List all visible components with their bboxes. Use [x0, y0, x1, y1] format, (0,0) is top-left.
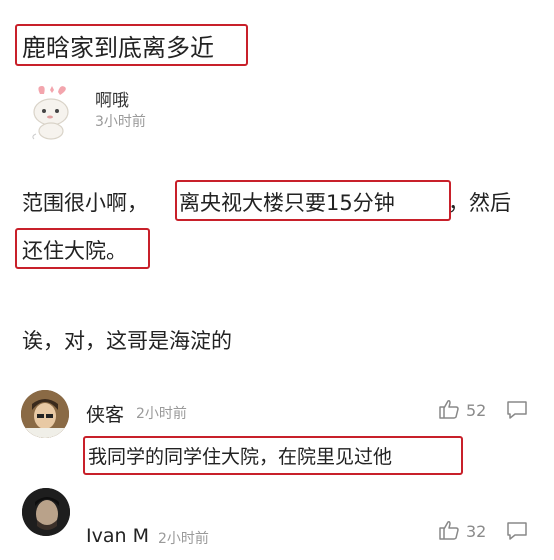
comment-avatar[interactable]: [21, 390, 69, 438]
body-highlight-1: 离央视大楼只要15分钟: [179, 191, 395, 215]
author-name[interactable]: 啊哦: [95, 86, 129, 111]
comment-bubble-icon[interactable]: [505, 399, 529, 421]
person-photo-icon: [22, 488, 70, 536]
thumbs-up-icon[interactable]: [437, 519, 461, 541]
post-title: 鹿晗家到底离多近: [22, 34, 214, 62]
body-text-end: ，然后: [448, 191, 511, 215]
body-highlight-2: 还住大院。: [22, 239, 127, 263]
person-photo-icon: [21, 390, 69, 438]
comment-text: 我同学的同学住大院，在院里见过他: [88, 446, 393, 468]
comment-author[interactable]: Ivan M: [86, 525, 149, 547]
reply-text: 诶，对，这哥是海淀的: [22, 329, 232, 353]
comment-time: 2小时前: [158, 531, 209, 547]
comment-bubble-icon[interactable]: [505, 520, 529, 542]
thumbs-up-icon[interactable]: [437, 398, 461, 420]
comment-time: 2小时前: [136, 406, 187, 422]
comment-author[interactable]: 侠客: [86, 400, 124, 427]
like-count: 52: [466, 401, 487, 420]
author-avatar[interactable]: [22, 82, 78, 140]
body-text-start: 范围很小啊，: [22, 191, 148, 215]
post-time: 3小时前: [95, 114, 146, 130]
like-count: 32: [466, 522, 487, 541]
cartoon-avatar-icon: [32, 86, 69, 140]
comment-avatar[interactable]: [22, 488, 70, 536]
